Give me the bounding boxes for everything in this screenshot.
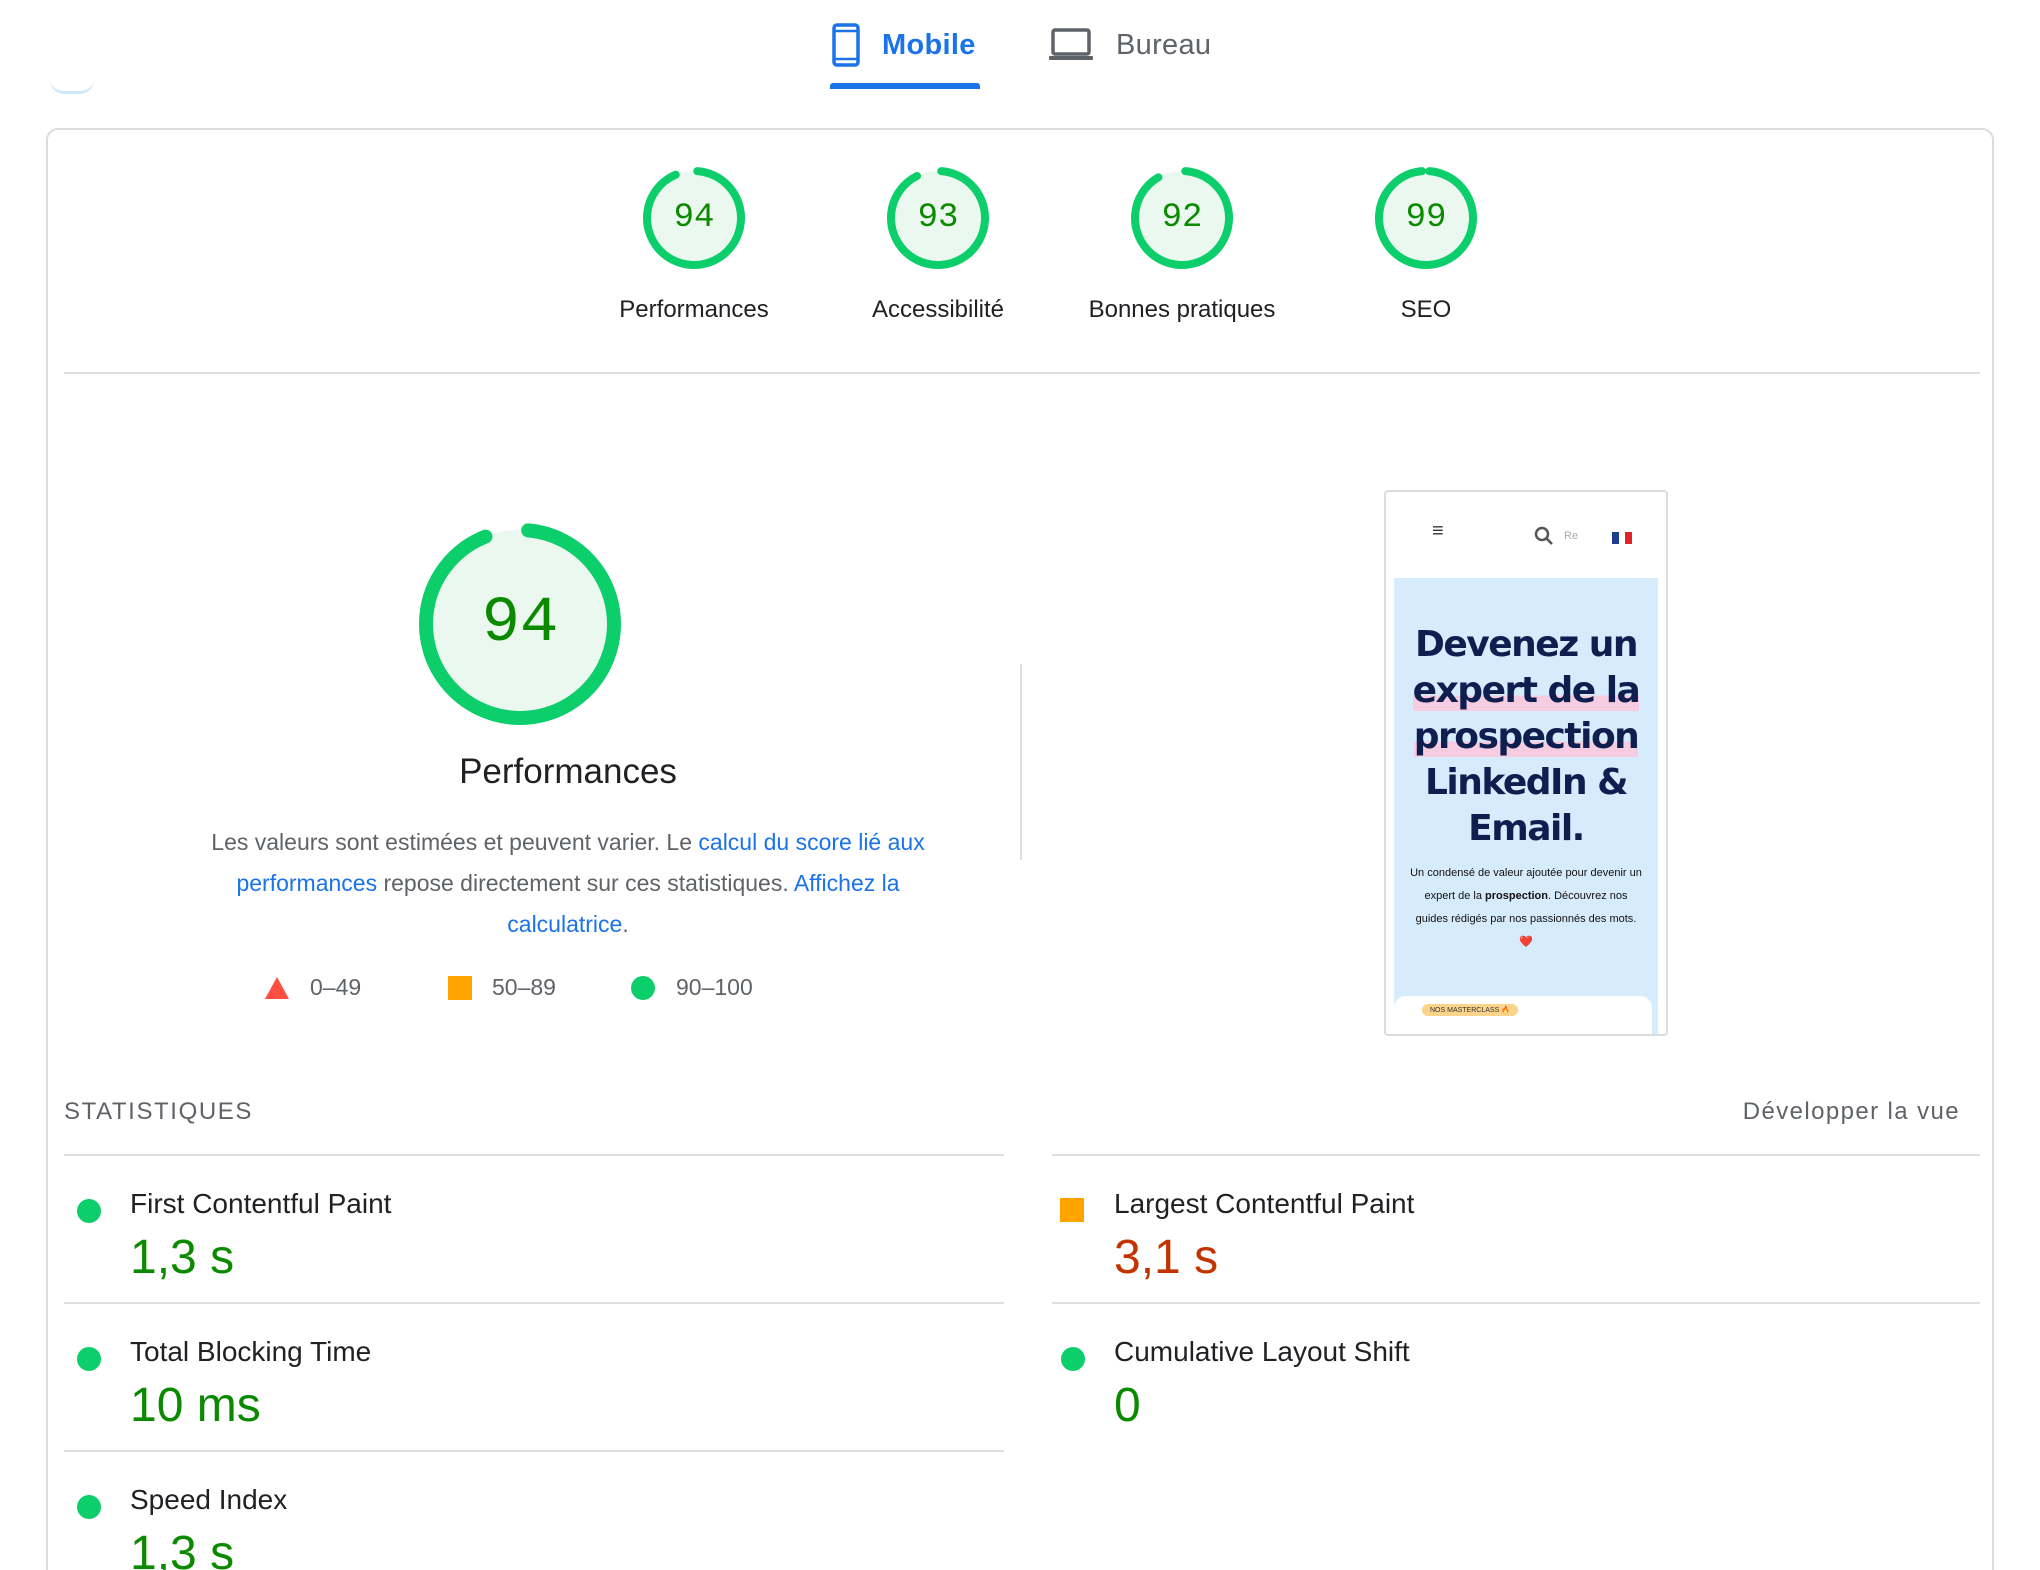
metric-name: First Contentful Paint — [130, 1188, 392, 1219]
metric-first-contentful-paint: First Contentful Paint 1,3 s — [48, 1156, 948, 1304]
metric-value: 3,1 s — [1114, 1231, 1219, 1284]
metric-value: 0 — [1114, 1379, 1141, 1432]
headline-line: prospection — [1394, 714, 1658, 760]
metric-value: 10 ms — [130, 1379, 261, 1432]
vertical-divider — [1020, 664, 1022, 860]
masterclass-pill: NOS MASTERCLASS 🔥 — [1422, 1004, 1518, 1016]
score-label: Bonnes pratiques — [1088, 296, 1276, 323]
metric-name: Cumulative Layout Shift — [1114, 1336, 1410, 1367]
desc-text-1: Les valeurs sont estimées et peuvent var… — [211, 829, 699, 855]
square-icon — [448, 975, 472, 1000]
screenshot-header: ≡ Re — [1386, 492, 1666, 578]
gauge-score-text: 93 — [918, 199, 959, 237]
performance-description: Les valeurs sont estimées et peuvent var… — [176, 822, 960, 945]
legend-average: 50–89 — [448, 974, 556, 1001]
headline-line: expert de la — [1394, 668, 1658, 714]
score-label: Accessibilité — [871, 296, 1005, 323]
score-gauge: 93 — [887, 167, 989, 269]
tab-mobile-label: Mobile — [882, 28, 976, 61]
screenshot-hero: Devenez un expert de la prospection Link… — [1394, 578, 1658, 1034]
active-tab-indicator — [830, 83, 980, 89]
metric-name: Speed Index — [130, 1484, 288, 1515]
metric-total-blocking-time: Total Blocking Time 10 ms — [48, 1304, 948, 1452]
headline-highlight: prospection — [1413, 716, 1640, 757]
tab-desktop-label: Bureau — [1116, 28, 1212, 61]
section-divider — [64, 372, 1980, 374]
pass-circle-icon — [77, 1199, 101, 1223]
body-bold: prospection — [1485, 890, 1548, 902]
report-card: 94 Performances 93 Accessibilité 92 Bonn… — [46, 128, 1994, 1570]
pass-circle-icon — [77, 1347, 101, 1371]
score-gauge: 92 — [1131, 167, 1233, 269]
headline-line: Devenez un — [1415, 624, 1638, 665]
gauge-score-text: 99 — [1406, 199, 1447, 237]
metric-value: 1,3 s — [130, 1231, 235, 1284]
pass-circle-icon — [77, 1495, 101, 1519]
headline-line: Email. — [1468, 808, 1585, 849]
smartphone-icon — [832, 23, 860, 67]
score-label: Performances — [619, 296, 769, 323]
metric-name: Total Blocking Time — [130, 1336, 372, 1367]
metric-value: 1,3 s — [130, 1527, 235, 1570]
french-flag-icon — [1612, 532, 1633, 544]
screenshot-bottom-card: NOS MASTERCLASS 🔥 — [1394, 996, 1652, 1034]
score-accessibility[interactable]: 93 Accessibilité — [818, 166, 1058, 324]
device-tabs: Mobile Bureau — [0, 0, 2040, 94]
metric-speed-index: Speed Index 1,3 s — [48, 1452, 948, 1570]
metric-name: Largest Contentful Paint — [1114, 1188, 1415, 1219]
desc-text-3: . — [622, 911, 629, 937]
legend-range: 90–100 — [676, 974, 753, 1000]
circle-icon — [631, 975, 655, 1000]
triangle-icon — [265, 976, 289, 999]
tab-desktop[interactable]: Bureau — [1048, 14, 1228, 76]
gauge-score-text: 92 — [1162, 199, 1203, 237]
laptop-icon — [1049, 28, 1093, 60]
metric-cumulative-layout-shift: Cumulative Layout Shift 0 — [1032, 1304, 1932, 1452]
performance-title: Performances — [459, 752, 677, 791]
score-gauge: 99 — [1375, 167, 1477, 269]
screenshot-search-text: Re — [1564, 530, 1579, 542]
legend-pass: 90–100 — [630, 974, 753, 1001]
headline-highlight: expert de la — [1412, 670, 1641, 711]
hamburger-menu-icon: ≡ — [1432, 520, 1444, 542]
statistics-title: STATISTIQUES — [64, 1098, 253, 1125]
scroll-arc-decoration — [50, 80, 94, 94]
tab-mobile[interactable]: Mobile — [832, 14, 982, 76]
desc-text-2: repose directement sur ces statistiques. — [377, 870, 794, 896]
score-performance[interactable]: 94 Performances — [574, 166, 814, 324]
page-screenshot[interactable]: ≡ Re Devenez un expert de la prospection… — [1384, 490, 1668, 1036]
metric-largest-contentful-paint: Largest Contentful Paint 3,1 s — [1032, 1156, 1932, 1304]
category-scores: 94 Performances 93 Accessibilité 92 Bonn… — [48, 166, 1996, 326]
gauge-score-text: 94 — [674, 199, 715, 237]
search-icon — [1534, 526, 1553, 545]
average-square-icon — [1060, 1198, 1084, 1222]
legend-fail: 0–49 — [264, 974, 361, 1001]
gauge-score-text: 94 — [482, 588, 559, 660]
performance-gauge-large: 94 — [419, 523, 621, 725]
screenshot-body-text: Un condensé de valeur ajoutée pour deven… — [1410, 862, 1642, 954]
expand-view-toggle[interactable]: Développer la vue — [1743, 1098, 1960, 1126]
score-label: SEO — [1400, 296, 1452, 323]
score-gauge: 94 — [643, 167, 745, 269]
legend-range: 50–89 — [492, 974, 556, 1000]
legend-range: 0–49 — [310, 974, 362, 1000]
score-best-practices[interactable]: 92 Bonnes pratiques — [1062, 166, 1302, 324]
pass-circle-icon — [1061, 1347, 1085, 1371]
headline-line: LinkedIn & — [1424, 762, 1629, 803]
screenshot-headline: Devenez un expert de la prospection Link… — [1394, 622, 1658, 852]
score-seo[interactable]: 99 SEO — [1306, 166, 1546, 324]
